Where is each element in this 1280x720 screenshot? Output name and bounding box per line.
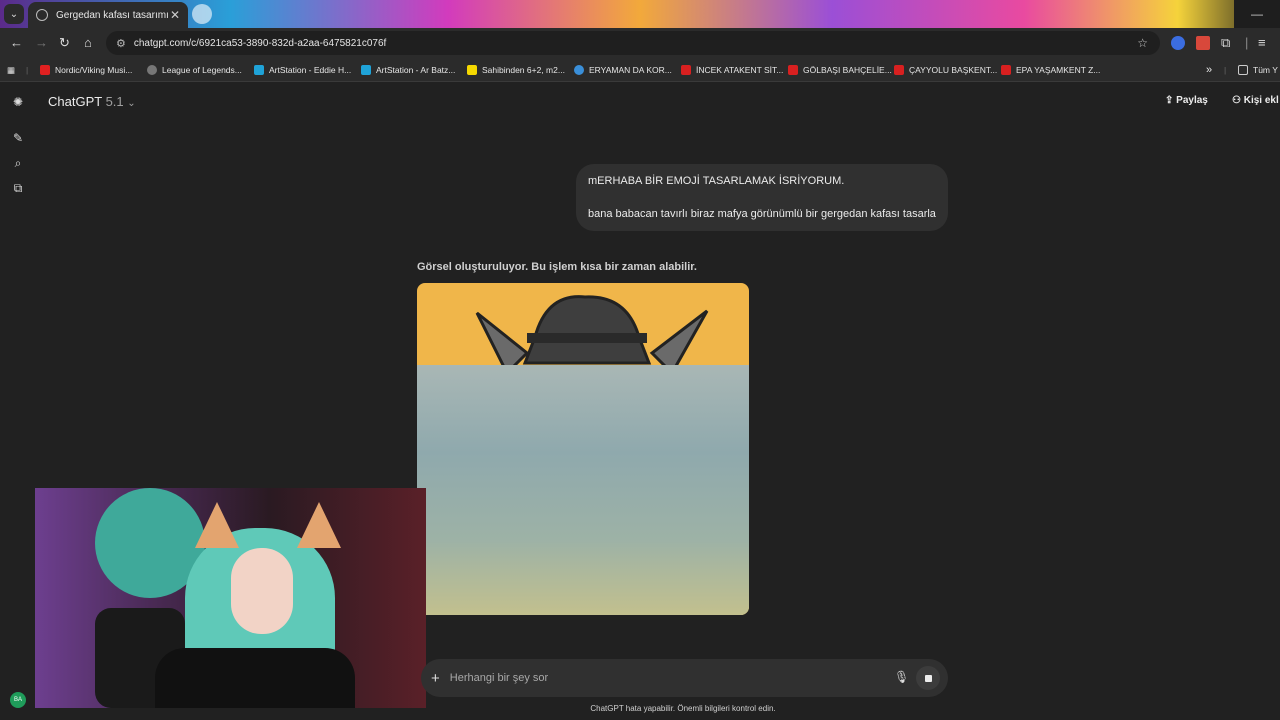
new-tab-button[interactable]: [192, 4, 212, 24]
league-icon: [147, 65, 157, 75]
more-bookmarks-chevron-icon[interactable]: »: [1206, 62, 1212, 78]
all-bookmarks-folder[interactable]: Tüm Y: [1238, 62, 1278, 78]
tab-title: Gergedan kafası tasarımı: [56, 9, 169, 21]
right-ear: [649, 309, 709, 376]
bookmark-item[interactable]: GÖLBAŞI BAHÇELİE...: [788, 62, 892, 78]
generation-status: Görsel oluşturuluyor. Bu işlem kısa bir …: [417, 261, 697, 273]
bookmark-star-icon[interactable]: ☆: [1137, 36, 1148, 50]
divider: |: [1224, 65, 1227, 75]
artstation-icon: [361, 65, 371, 75]
address-bar-row: ← → ↻ ⌂ ⚙ chatgpt.com/c/6921ca53-3890-83…: [0, 28, 1280, 58]
prompt-input[interactable]: [449, 672, 870, 684]
chevron-down-icon: ⌄: [127, 98, 136, 109]
extensions-puzzle-icon[interactable]: ⧉: [1221, 35, 1230, 51]
fedora-hat: [522, 295, 652, 365]
webcam-face: [231, 548, 293, 634]
sahibinden-icon: [467, 65, 477, 75]
minimize-window-button[interactable]: —: [1234, 0, 1280, 28]
url-field[interactable]: ⚙ chatgpt.com/c/6921ca53-3890-832d-a2aa-…: [106, 31, 1160, 55]
youtube-icon: [40, 65, 50, 75]
message-composer: + 🎙: [421, 659, 948, 697]
artstation-icon: [254, 65, 264, 75]
extension-icon[interactable]: [1171, 36, 1185, 50]
url-text: chatgpt.com/c/6921ca53-3890-832d-a2aa-64…: [133, 37, 387, 49]
search-icon[interactable]: ⌕: [11, 156, 25, 170]
hat-band: [527, 333, 647, 343]
share-icon: ⇪: [1165, 95, 1174, 106]
listing-icon: [894, 65, 904, 75]
close-tab-icon[interactable]: ✕: [170, 8, 180, 22]
webcam-cat-ear: [297, 502, 341, 548]
add-person-button[interactable]: ⚇ Kişi ekl: [1232, 95, 1279, 106]
bookmark-item[interactable]: İNCEK ATAKENT SİT...: [681, 62, 783, 78]
webcam-cat-ear: [195, 502, 239, 548]
divider: |: [26, 65, 29, 75]
share-button[interactable]: ⇪ Paylaş: [1165, 95, 1208, 106]
stop-generation-button[interactable]: [916, 666, 940, 690]
generating-image[interactable]: [417, 283, 749, 615]
model-selector[interactable]: ChatGPT 5.1 ⌄: [48, 94, 136, 109]
globe-icon: [36, 9, 48, 21]
menu-icon[interactable]: ≡: [1258, 35, 1266, 50]
bookmark-item[interactable]: League of Legends...: [147, 62, 242, 78]
image-loading-blur: [417, 365, 749, 615]
divider: |: [1245, 35, 1249, 50]
map-pin-icon: [574, 65, 584, 75]
listing-icon: [681, 65, 691, 75]
listing-icon: [788, 65, 798, 75]
site-info-icon[interactable]: ⚙: [116, 37, 126, 50]
left-ear: [475, 311, 530, 376]
reload-icon[interactable]: ↻: [59, 35, 70, 51]
microphone-icon[interactable]: 🎙: [894, 670, 909, 684]
model-version: 5.1: [105, 94, 124, 109]
folder-icon: [1238, 65, 1248, 75]
bookmark-item[interactable]: Sahibinden 6+2, m2...: [467, 62, 565, 78]
add-person-icon: ⚇: [1232, 95, 1241, 106]
bookmark-item[interactable]: ArtStation - Eddie H...: [254, 62, 351, 78]
bookmark-item[interactable]: ERYAMAN DA KOR...: [574, 62, 672, 78]
listing-icon: [1001, 65, 1011, 75]
user-message-bubble: mERHABA BİR EMOJİ TASARLAMAK İSRİYORUM. …: [576, 164, 948, 231]
bookmark-item[interactable]: EPA YAŞAMKENT Z...: [1001, 62, 1100, 78]
bookmark-item[interactable]: Nordic/Viking Musi...: [40, 62, 132, 78]
bookmarks-bar: ▦ | Nordic/Viking Musi... League of Lege…: [0, 58, 1280, 82]
library-icon[interactable]: ⧉: [11, 181, 25, 195]
avatar[interactable]: BA: [10, 692, 26, 708]
user-message-line: bana babacan tavırlı biraz mafya görünüm…: [588, 208, 936, 220]
active-tab[interactable]: Gergedan kafası tasarımı ✕: [28, 2, 188, 28]
browser-tab-strip: ⌄ Gergedan kafası tasarımı ✕ —: [0, 0, 1280, 28]
new-chat-icon[interactable]: ✎: [11, 131, 25, 145]
apps-grid-icon[interactable]: ▦: [7, 62, 15, 78]
forward-arrow-icon[interactable]: →: [35, 35, 48, 50]
add-attachment-icon[interactable]: +: [431, 670, 440, 687]
bookmark-item[interactable]: ArtStation - Ar Batz...: [361, 62, 455, 78]
webcam-robe: [155, 648, 355, 708]
bookmark-item[interactable]: ÇAYYOLU BAŞKENT...: [894, 62, 997, 78]
webcam-overlay: [35, 488, 426, 708]
openai-logo-icon[interactable]: ✺: [11, 95, 25, 109]
extension-icon[interactable]: [1196, 36, 1210, 50]
stop-icon: [924, 674, 932, 682]
disclaimer-text: ChatGPT hata yapabilir. Önemli bilgileri…: [590, 704, 776, 713]
model-name: ChatGPT: [48, 94, 102, 109]
back-arrow-icon[interactable]: ←: [10, 35, 23, 50]
tab-search-button[interactable]: ⌄: [4, 4, 24, 24]
user-message-line: mERHABA BİR EMOJİ TASARLAMAK İSRİYORUM.: [588, 175, 845, 187]
home-icon[interactable]: ⌂: [84, 35, 92, 50]
